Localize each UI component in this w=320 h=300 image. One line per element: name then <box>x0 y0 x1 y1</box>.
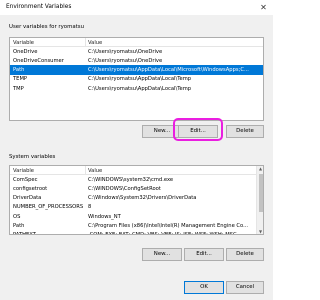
table-row[interactable]: OneDriveConsumer C:\Users\ryomatsu\OneDri… <box>10 56 263 65</box>
value-cell: C:\Users\ryomatsu\AppData\Local\Microsof… <box>88 67 249 74</box>
variable-cell: PATHEXT <box>13 231 36 235</box>
user-rows: OneDrive C:\Users\ryomatsu\OneDrive OneDri… <box>10 47 263 93</box>
list-header: Variable Value <box>10 38 263 47</box>
column-variable[interactable]: Variable <box>13 168 34 174</box>
table-row[interactable]: TEMP C:\Users\ryomatsu\AppData\Local\Temp <box>10 75 263 84</box>
user-delete-button[interactable]: Delete <box>226 125 264 138</box>
value-cell: C:\Windows\System32\Drivers\DriverData <box>88 195 197 202</box>
value-cell: C:\Users\ryomatsu\AppData\Local\Temp <box>88 85 192 92</box>
table-row[interactable]: OneDrive C:\Users\ryomatsu\OneDrive <box>10 47 263 56</box>
column-value[interactable]: Value <box>88 40 102 46</box>
variable-cell: NUMBER_OF_PROCESSORS <box>13 204 84 211</box>
variable-cell: TMP <box>13 85 24 92</box>
value-cell: C:\Users\ryomatsu\OneDrive <box>88 48 163 55</box>
table-row[interactable]: configsetroot C:\WINDOWS\ConfigSetRoot <box>10 184 263 193</box>
value-cell: C:\Program Files (x86)\Intel\Intel(R) Ma… <box>88 222 249 229</box>
column-variable[interactable]: Variable <box>13 40 34 46</box>
user-variables-label: User variables for ryomatsu <box>9 24 84 30</box>
value-cell: C:\WINDOWS\ConfigSetRoot <box>88 185 161 192</box>
ok-button[interactable]: OK <box>184 281 224 294</box>
scrollbar[interactable]: ▲ ▼ <box>256 166 263 234</box>
variable-cell: ComSpec <box>13 176 38 183</box>
variable-cell: Path <box>13 67 25 74</box>
table-row[interactable]: PATHEXT .COM;.EXE;.BAT;.CMD;.VBS;.VBE;.JS… <box>10 230 263 235</box>
value-cell: C:\Users\ryomatsu\AppData\Local\Temp <box>88 76 192 83</box>
column-value[interactable]: Value <box>88 168 102 174</box>
cancel-button[interactable]: Cancel <box>226 281 264 294</box>
value-cell: 8 <box>88 204 92 211</box>
scroll-up-icon[interactable]: ▲ <box>258 166 263 171</box>
table-row[interactable]: TMP C:\Users\ryomatsu\AppData\Local\Temp <box>10 84 263 93</box>
value-cell: C:\WINDOWS\system32\cmd.exe <box>88 176 174 183</box>
table-row[interactable]: Path C:\Program Files (x86)\Intel\Intel(R… <box>10 221 263 230</box>
scroll-thumb[interactable] <box>258 174 263 212</box>
table-row[interactable]: OS Windows_NT <box>10 212 263 221</box>
system-edit-button[interactable]: Edit... <box>184 248 224 261</box>
system-variables-label: System variables <box>9 154 56 160</box>
system-delete-button[interactable]: Delete <box>226 248 264 261</box>
variable-cell: DriverData <box>13 195 42 202</box>
title-bar: Environment Variables ✕ <box>0 0 273 15</box>
highlight-annotation <box>173 118 223 141</box>
window-body: User variables for ryomatsu Variable Val… <box>0 15 273 300</box>
table-row[interactable]: Path C:\Users\ryomatsu\AppData\Local\Micr… <box>10 65 263 75</box>
value-cell: C:\Users\ryomatsu\OneDrive <box>88 57 163 64</box>
system-variables-list[interactable]: Variable Value ComSpec C:\WINDOWS\system3… <box>9 165 264 235</box>
system-rows: ComSpec C:\WINDOWS\system32\cmd.exe config… <box>10 175 263 235</box>
system-new-button[interactable]: New... <box>142 248 182 261</box>
table-row[interactable]: NUMBER_OF_PROCESSORS 8 <box>10 203 263 212</box>
value-cell: .COM;.EXE;.BAT;.CMD;.VBS;.VBE;.JS;.JSE;.… <box>88 231 237 235</box>
variable-cell: OneDrive <box>13 48 38 55</box>
variable-cell: OS <box>13 213 21 220</box>
table-row[interactable]: ComSpec C:\WINDOWS\system32\cmd.exe <box>10 175 263 184</box>
close-icon[interactable]: ✕ <box>258 2 269 13</box>
user-variables-list[interactable]: Variable Value OneDrive C:\Users\ryomatsu… <box>9 37 264 121</box>
variable-cell: Path <box>13 222 25 229</box>
scroll-down-icon[interactable]: ▼ <box>258 229 263 234</box>
table-row[interactable]: DriverData C:\Windows\System32\Drivers\Dr… <box>10 193 263 202</box>
list-header: Variable Value <box>10 166 263 175</box>
variable-cell: TEMP <box>13 76 28 83</box>
value-cell: Windows_NT <box>88 213 121 220</box>
variable-cell: OneDriveConsumer <box>13 57 64 64</box>
window-title: Environment Variables <box>6 4 72 10</box>
variable-cell: configsetroot <box>13 185 48 192</box>
